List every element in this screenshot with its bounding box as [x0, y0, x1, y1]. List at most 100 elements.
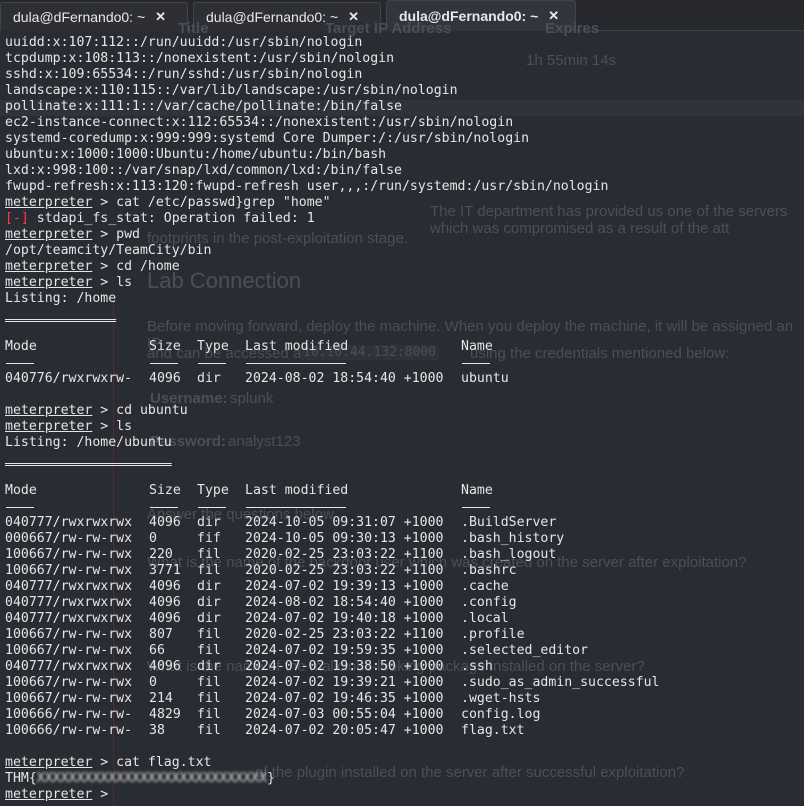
command-line: meterpreter > — [5, 787, 117, 802]
underline-rule — [462, 507, 490, 508]
listing-cell: 2024-07-02 19:39:13 +1000 — [245, 579, 444, 594]
listing-row: 040777/rwxrwxrwx 4096 dir 2024-08-02 18:54:… — [5, 595, 660, 611]
listing-rule: ---- — [197, 499, 245, 515]
listing-cell: fil — [197, 627, 221, 642]
output-line: ec2-instance-connect:x:112:65534::/nonex… — [5, 115, 660, 131]
command-text: cd /home — [116, 259, 180, 274]
listing-cell: 2024-07-02 19:39:21 +1000 — [245, 675, 444, 690]
listing-cell: dir — [197, 371, 221, 386]
listing-cell: .BuildServer — [461, 515, 557, 530]
listing-cell: 4096 — [149, 371, 181, 386]
command-line: meterpreter > cd ubuntu — [5, 403, 188, 418]
listing-cell: 2024-07-02 19:59:35 +1000 — [245, 643, 444, 658]
listing-cell: 100667/rw-rw-rwx — [5, 691, 133, 706]
listing-cell: ubuntu — [461, 371, 509, 386]
listing-cell: 4096 — [149, 579, 181, 594]
underline-rule — [246, 363, 346, 364]
listing-cell: 2024-10-05 09:31:07 +1000 — [245, 515, 444, 530]
command-text: cat /etc/passwd}grep "home" — [116, 195, 331, 210]
listing-row: ----------------------------- — [5, 355, 660, 371]
listing-cell: 0 — [149, 531, 157, 546]
listing-row: 100667/rw-rw-rwx 807 fil 2020-02-25 23:03:2… — [5, 627, 660, 643]
listing-cell: fil — [197, 563, 221, 578]
output-line: tcpdump:x:108:113::/nonexistent:/usr/sbi… — [5, 51, 660, 67]
listing-rule: ---- — [461, 355, 493, 371]
output-text: Listing: /home — [5, 291, 117, 306]
tab-label: dula@dFernando0: ~ — [206, 9, 339, 25]
output-text: systemd-coredump:x:999:999:systemd Core … — [5, 131, 530, 146]
listing-cell: 100667/rw-rw-rwx — [5, 675, 133, 690]
output-line: ===================== — [5, 451, 660, 467]
listing-cell: 4829 — [149, 707, 181, 722]
listing-row: 040777/rwxrwxrwx 4096 dir 2024-07-02 19:39:… — [5, 579, 660, 595]
listing-cell: 2024-08-02 18:54:40 +1000 — [245, 595, 444, 610]
listing-cell: fil — [197, 675, 221, 690]
output-line: /opt/teamcity/TeamCity/bin — [5, 243, 660, 259]
listing-rule: ---- — [5, 499, 149, 515]
output-line: landscape:x:110:115::/var/lib/landscape:… — [5, 83, 660, 99]
terminal-output[interactable]: uuidd:x:107:112::/run/uuidd:/usr/sbin/no… — [5, 35, 660, 803]
listing-row: 100666/rw-rw-rw- 38 fil 2024-07-02 20:05:47… — [5, 723, 660, 739]
listing-cell: .ssh — [461, 659, 493, 674]
listing-cell: Last modified — [245, 339, 349, 354]
listing-cell: 2024-07-02 19:46:35 +1000 — [245, 691, 444, 706]
listing-cell: dir — [197, 515, 221, 530]
listing-row: 100667/rw-rw-rwx 214 fil 2024-07-02 19:46:3… — [5, 691, 660, 707]
listing-cell: 4096 — [149, 515, 181, 530]
listing-cell: 100667/rw-rw-rwx — [5, 643, 133, 658]
command-text: cd ubuntu — [116, 403, 188, 418]
listing-cell: fil — [197, 547, 221, 562]
listing-cell: 2024-07-02 19:38:50 +1000 — [245, 659, 444, 674]
output-line: systemd-coredump:x:999:999:systemd Core … — [5, 131, 660, 147]
listing-row: 100666/rw-rw-rw- 4829 fil 2024-07-03 00:55:… — [5, 707, 660, 723]
listing-cell: 4096 — [149, 659, 181, 674]
listing-cell: 100667/rw-rw-rwx — [5, 627, 133, 642]
listing-cell: 040777/rwxrwxrwx — [5, 595, 133, 610]
listing-cell: Type — [197, 483, 229, 498]
listing-cell: 100666/rw-rw-rw- — [5, 723, 133, 738]
error-tag: [-] — [5, 211, 29, 226]
listing-cell: .bash_logout — [461, 547, 557, 562]
listing-cell: Last modified — [245, 483, 349, 498]
listing-row: 000667/rw-rw-rwx 0 fif 2024-10-05 09:30:13 … — [5, 531, 660, 547]
listing-cell: 4096 — [149, 611, 181, 626]
output-text: uuidd:x:107:112::/run/uuidd:/usr/sbin/no… — [5, 35, 363, 50]
listing-cell: fil — [197, 723, 221, 738]
listing-cell: flag.txt — [461, 723, 525, 738]
listing-cell: 38 — [149, 723, 165, 738]
listing-cell: .cache — [461, 579, 509, 594]
listing-cell: 220 — [149, 547, 173, 562]
close-icon[interactable]: ✕ — [155, 9, 166, 25]
listing-cell: 807 — [149, 627, 173, 642]
command-text: ls — [116, 275, 133, 290]
listing-rule: ------------- — [245, 499, 461, 515]
output-text: pollinate:x:111:1::/var/cache/pollinate:… — [5, 99, 402, 114]
output-line: sshd:x:109:65534::/run/sshd:/usr/sbin/no… — [5, 67, 660, 83]
listing-cell: Mode — [5, 483, 37, 498]
listing-row: Mode Size Type Last modified Name — [5, 483, 660, 499]
output-text: lxd:x:998:100::/var/snap/lxd/common/lxd:… — [5, 163, 402, 178]
command-line: meterpreter > cat flag.txt — [5, 755, 212, 770]
command-line: meterpreter > pwd — [5, 227, 140, 242]
listing-rule: ---- — [149, 355, 197, 371]
flag-redacted: XXXXXXXXXXXXXXXXXXXXXXXXXXXXX — [36, 771, 268, 786]
output-line: Listing: /home — [5, 291, 660, 307]
output-text: Listing: /home/ubuntu — [5, 435, 172, 450]
listing-cell: .sudo_as_admin_successful — [461, 675, 660, 690]
listing-cell: 2024-08-02 18:54:40 +1000 — [245, 371, 444, 386]
tab-terminal-1[interactable]: dula@dFernando0: ~ ✕ — [0, 2, 188, 31]
command-text: cat flag.txt — [116, 755, 212, 770]
listing-cell: 2024-10-05 09:30:13 +1000 — [245, 531, 444, 546]
listing-cell: 000667/rw-rw-rwx — [5, 531, 133, 546]
listing-cell: 2024-07-02 20:05:47 +1000 — [245, 723, 444, 738]
listing-cell: 040777/rwxrwxrwx — [5, 611, 133, 626]
underline-rule — [150, 363, 178, 364]
listing-cell: 040777/rwxrwxrwx — [5, 579, 133, 594]
output-text: sshd:x:109:65534::/run/sshd:/usr/sbin/no… — [5, 67, 363, 82]
listing-row: 040777/rwxrwxrwx 4096 dir 2024-07-02 19:38:… — [5, 659, 660, 675]
prompt: meterpreter — [5, 787, 93, 802]
listing-cell: 040777/rwxrwxrwx — [5, 659, 133, 674]
